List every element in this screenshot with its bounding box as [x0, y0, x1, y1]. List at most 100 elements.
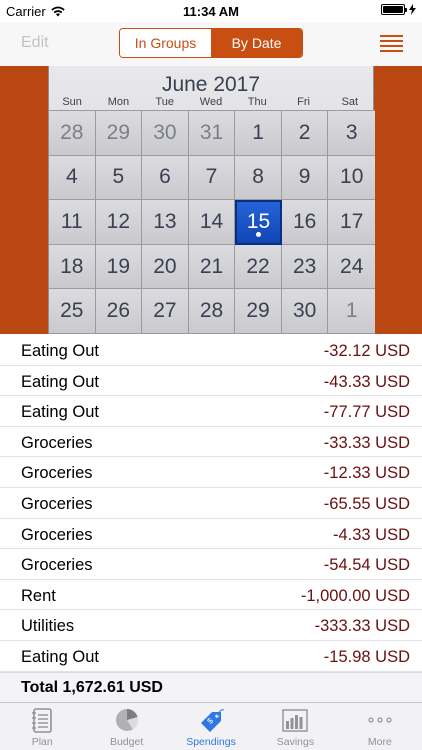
day-number: 4: [65, 165, 78, 189]
day-number: 29: [246, 299, 270, 323]
calendar-day[interactable]: 30: [142, 111, 189, 156]
day-number: 20: [153, 254, 177, 278]
transaction-amount: -15.98 USD: [323, 647, 410, 666]
transaction-row[interactable]: Eating Out -32.12 USD: [0, 335, 422, 366]
transaction-amount: -1,000.00 USD: [300, 586, 410, 605]
calendar-day[interactable]: 1: [235, 111, 282, 156]
calendar-day[interactable]: 11: [49, 200, 96, 245]
bar-chart-icon: [282, 709, 309, 732]
calendar-day[interactable]: 5: [95, 155, 143, 201]
status-time: 11:34 AM: [183, 4, 239, 19]
transaction-row[interactable]: Eating Out -15.98 USD: [0, 641, 422, 672]
day-number: 21: [199, 254, 224, 278]
tab-label: Budget: [109, 736, 144, 748]
transaction-amount: -43.33 USD: [323, 372, 410, 391]
calendar-day[interactable]: 23: [281, 244, 329, 290]
list-icon[interactable]: [380, 35, 403, 52]
calendar-day[interactable]: 16: [281, 200, 329, 245]
calendar-day[interactable]: 10: [328, 155, 375, 201]
calendar-day[interactable]: 1: [328, 289, 375, 334]
transaction-row[interactable]: Utilities -333.33 USD: [0, 610, 422, 641]
navigation-bar: Edit In Groups By Date: [0, 22, 422, 66]
transaction-category: Rent: [21, 586, 56, 605]
tab-budget[interactable]: Budget: [84, 703, 168, 750]
calendar-day[interactable]: 20: [142, 244, 189, 290]
day-number: 26: [106, 299, 131, 323]
edit-button[interactable]: Edit: [21, 34, 49, 52]
event-dot-icon: [256, 231, 262, 237]
transaction-amount: -33.33 USD: [323, 433, 410, 452]
calendar-day[interactable]: 19: [95, 244, 143, 290]
day-number: 18: [60, 254, 84, 278]
weekday-label: Wed: [199, 96, 223, 108]
calendar-day-selected[interactable]: 15: [235, 200, 282, 245]
calendar-day[interactable]: 13: [142, 200, 189, 245]
weekday-label: Tue: [155, 96, 174, 108]
calendar-day[interactable]: 30: [281, 289, 329, 334]
weekday-label: Sun: [62, 96, 82, 108]
weekday-header: Sun Mon Tue Wed Thu Fri Sat: [49, 96, 373, 108]
day-number: 27: [153, 299, 177, 323]
transaction-row[interactable]: Groceries -33.33 USD: [0, 427, 422, 458]
calendar-day[interactable]: 9: [281, 155, 329, 201]
total-bar: Total 1,672.61 USD: [0, 672, 422, 702]
transaction-amount: -77.77 USD: [323, 403, 410, 422]
tab-spendings[interactable]: $ Spendings: [169, 703, 253, 750]
calendar-day[interactable]: 28: [49, 111, 96, 156]
calendar-day[interactable]: 4: [49, 155, 96, 201]
calendar-day[interactable]: 12: [95, 200, 143, 245]
transaction-category: Groceries: [21, 433, 93, 452]
calendar-day[interactable]: 28: [188, 289, 236, 334]
calendar-day[interactable]: 8: [235, 155, 282, 201]
transaction-category: Eating Out: [21, 403, 99, 422]
view-mode-segmented-control: In Groups By Date: [119, 28, 303, 58]
tab-label: Spendings: [186, 736, 236, 748]
weekday-label: Thu: [247, 96, 267, 108]
calendar-day[interactable]: 29: [235, 289, 282, 334]
calendar-day[interactable]: 2: [281, 111, 329, 156]
day-number: 3: [345, 120, 358, 144]
day-number: 19: [106, 254, 131, 278]
calendar-day[interactable]: 22: [235, 244, 282, 290]
calendar-day[interactable]: 7: [188, 155, 236, 201]
day-number: 31: [199, 120, 224, 144]
transaction-row[interactable]: Groceries -4.33 USD: [0, 519, 422, 550]
segment-in-groups[interactable]: In Groups: [120, 29, 211, 57]
tab-label: More: [367, 736, 392, 748]
calendar-day[interactable]: 24: [328, 244, 375, 290]
transaction-row[interactable]: Groceries -54.54 USD: [0, 549, 422, 580]
day-number: 8: [252, 165, 264, 189]
calendar-day[interactable]: 14: [188, 200, 236, 245]
transaction-row[interactable]: Eating Out -43.33 USD: [0, 366, 422, 397]
calendar-day[interactable]: 31: [188, 111, 236, 156]
charging-icon: [409, 4, 416, 15]
transaction-amount: -32.12 USD: [323, 342, 410, 360]
calendar-day[interactable]: 27: [142, 289, 189, 334]
more-icon: [368, 717, 392, 723]
calendar-day[interactable]: 25: [49, 289, 96, 334]
calendar-day[interactable]: 29: [95, 111, 143, 156]
tab-plan[interactable]: Plan: [0, 703, 84, 750]
calendar-month-title[interactable]: June 2017: [49, 73, 373, 97]
calendar-day[interactable]: 21: [188, 244, 236, 290]
transaction-amount: -54.54 USD: [323, 556, 410, 575]
calendar-day[interactable]: 26: [95, 289, 143, 334]
day-number: 28: [199, 299, 224, 323]
segment-by-date[interactable]: By Date: [211, 29, 302, 57]
calendar-day[interactable]: 3: [328, 111, 375, 156]
transaction-row[interactable]: Groceries -12.33 USD: [0, 457, 422, 488]
day-number: 30: [153, 120, 177, 144]
day-number: 24: [340, 254, 364, 278]
tab-more[interactable]: More: [338, 703, 422, 750]
transaction-amount: -65.55 USD: [323, 494, 410, 513]
calendar-day[interactable]: 18: [49, 244, 96, 290]
day-number: 9: [298, 165, 311, 189]
transaction-row[interactable]: Rent -1,000.00 USD: [0, 580, 422, 611]
tab-savings[interactable]: Savings: [253, 703, 337, 750]
transaction-row[interactable]: Eating Out -77.77 USD: [0, 396, 422, 427]
calendar-day[interactable]: 17: [328, 200, 375, 245]
calendar-day[interactable]: 6: [142, 155, 189, 201]
weekday-label: Sat: [341, 96, 359, 108]
transaction-list: Eating Out -32.12 USD Eating Out -43.33 USD…: [0, 335, 422, 672]
transaction-row[interactable]: Groceries -65.55 USD: [0, 488, 422, 519]
